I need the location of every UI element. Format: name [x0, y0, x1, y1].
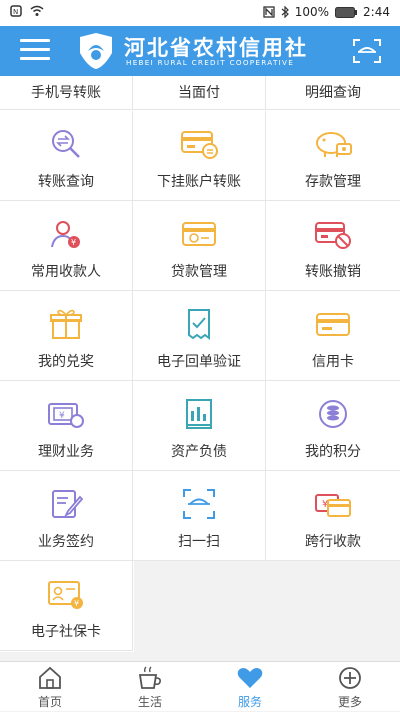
wifi-icon: [30, 5, 44, 16]
tab-more[interactable]: 更多: [300, 662, 400, 712]
service-label: 下挂账户转账: [157, 174, 241, 190]
tab-life[interactable]: 生活: [100, 662, 200, 712]
empty-area: [134, 561, 400, 661]
tab-label: 更多: [337, 695, 362, 709]
piggy-bank-icon: [316, 132, 352, 157]
app-header: 河北省农村信用社 HEBEI RURAL CREDIT COOPERATIVE: [0, 26, 400, 76]
phone-transfer-link[interactable]: 手机号转账: [0, 76, 133, 110]
bank-emblem-icon: [80, 33, 112, 69]
svg-text:¥: ¥: [74, 599, 79, 608]
service-assets[interactable]: 资产负债: [133, 381, 266, 471]
service-label: 电子社保卡: [31, 624, 101, 640]
service-label: 存款管理: [305, 174, 361, 190]
service-transfer-query[interactable]: 转账查询: [0, 111, 133, 201]
service-label: 理财业务: [38, 444, 94, 460]
payee-icon: ¥: [51, 221, 80, 248]
service-label: 业务签约: [38, 534, 94, 550]
interbank-collect-icon: ¥: [315, 494, 351, 517]
service-label: 我的兑奖: [38, 354, 94, 370]
service-interbank[interactable]: ¥ 跨行收款: [266, 471, 400, 561]
service-label: 我的积分: [305, 444, 361, 460]
service-linked-transfer[interactable]: 下挂账户转账: [133, 111, 266, 201]
svg-text:¥: ¥: [59, 411, 65, 421]
nfc-icon: N: [10, 5, 22, 17]
service-label: 贷款管理: [171, 264, 227, 280]
home-icon: [39, 666, 61, 689]
points-icon: [319, 400, 347, 428]
tab-label: 服务: [237, 695, 262, 709]
service-deposit[interactable]: 存款管理: [266, 111, 400, 201]
tab-label: 生活: [137, 695, 162, 709]
linked-account-transfer-icon: [181, 131, 218, 159]
menu-button[interactable]: [20, 39, 50, 63]
loan-card-icon: [182, 222, 216, 246]
detail-query-link[interactable]: 明细查询: [266, 76, 400, 110]
gift-icon: [50, 309, 82, 339]
service-transfer-cancel[interactable]: 转账撤销: [266, 201, 400, 291]
service-loan[interactable]: 贷款管理: [133, 201, 266, 291]
tab-home[interactable]: 首页: [0, 662, 100, 712]
battery-icon: [335, 6, 358, 18]
service-prize[interactable]: 我的兑奖: [0, 291, 133, 381]
empty-area: [0, 652, 134, 661]
service-label: 扫一扫: [178, 534, 220, 550]
wealth-icon: ¥: [48, 403, 84, 428]
social-security-card-icon: ¥: [48, 581, 83, 609]
service-grid: 手机号转账 当面付 明细查询 转账查询 下挂账户转账 存款管理 ¥ 常用收款人 …: [0, 76, 400, 661]
bluetooth-icon: [281, 6, 289, 18]
status-bar: N 100% 2:44: [0, 0, 400, 26]
service-label: 转账查询: [38, 174, 94, 190]
plus-icon: [339, 667, 361, 689]
scan-button[interactable]: [352, 38, 382, 64]
tab-service[interactable]: 服务: [200, 662, 300, 712]
service-payees[interactable]: ¥ 常用收款人: [0, 201, 133, 291]
credit-card-icon: [316, 313, 350, 336]
service-label: 电子回单验证: [157, 354, 241, 370]
service-receipt-verify[interactable]: 电子回单验证: [133, 291, 266, 381]
service-credit-card[interactable]: 信用卡: [266, 291, 400, 381]
signal-icon: [263, 6, 275, 18]
face-pay-link[interactable]: 当面付: [133, 76, 266, 110]
service-label: 转账撤销: [305, 264, 361, 280]
heart-icon: [237, 668, 263, 688]
service-scan[interactable]: 扫一扫: [133, 471, 266, 561]
quick-row: 手机号转账 当面付 明细查询: [0, 76, 400, 110]
bank-logo: 河北省农村信用社 HEBEI RURAL CREDIT COOPERATIVE: [74, 31, 330, 71]
bottom-tab-bar: 首页 生活 服务 更多: [0, 661, 400, 711]
svg-text:¥: ¥: [71, 238, 76, 247]
scan-icon: [183, 489, 215, 519]
clock: 2:44: [363, 5, 390, 19]
battery-percent: 100%: [294, 5, 330, 19]
service-label: 跨行收款: [305, 534, 361, 550]
sign-contract-icon: [52, 490, 84, 518]
bank-name-en: HEBEI RURAL CREDIT COOPERATIVE: [126, 58, 295, 67]
transfer-cancel-icon: [315, 222, 351, 249]
search-transfer-icon: [52, 130, 80, 158]
receipt-verify-icon: [188, 309, 210, 340]
assets-icon: [186, 399, 212, 429]
service-social-security[interactable]: ¥ 电子社保卡: [0, 561, 133, 651]
service-label: 资产负债: [171, 444, 227, 460]
svg-text:N: N: [13, 8, 18, 16]
tab-label: 首页: [37, 695, 62, 709]
service-label: 信用卡: [312, 354, 354, 370]
service-wealth[interactable]: ¥ 理财业务: [0, 381, 133, 471]
service-label: 常用收款人: [31, 264, 101, 280]
service-points[interactable]: 我的积分: [266, 381, 400, 471]
service-sign-contract[interactable]: 业务签约: [0, 471, 133, 561]
coffee-icon: [138, 666, 161, 689]
